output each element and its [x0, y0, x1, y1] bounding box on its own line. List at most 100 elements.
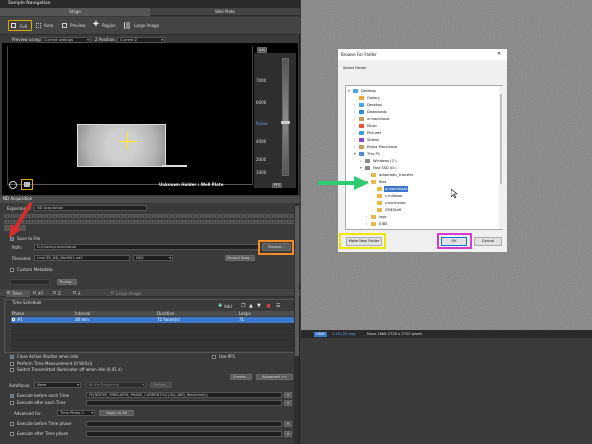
tab-well-plate[interactable]: Well Plate — [150, 8, 300, 16]
area-button[interactable]: Area — [36, 22, 56, 30]
macro-input[interactable]: FE[NDEXP_TIMELAPSE_PHASE_CURRENT%2] Zip_… — [86, 392, 282, 398]
switch-illuminator-checkbox[interactable] — [10, 368, 14, 372]
advanced-button[interactable]: Advanced << — [256, 374, 293, 380]
folder-tree-item[interactable]: › Pictures — [346, 130, 496, 136]
folder-tree-item[interactable]: › Eliska Macickova — [346, 144, 496, 150]
autofocus-select[interactable]: None ▾ — [34, 382, 81, 388]
after-each-dropdown-button[interactable]: ▾ — [284, 400, 292, 406]
close-icon[interactable]: ✕ — [497, 51, 501, 57]
large-image-checkbox[interactable] — [111, 291, 114, 294]
preview-button[interactable]: Preview — [62, 22, 88, 30]
file-format-select[interactable]: ND2 ▾ — [133, 255, 173, 261]
folder-tree-item[interactable]: ZMEStaff — [346, 207, 496, 213]
collapsed-arrow-icon[interactable]: › — [354, 144, 358, 150]
zpos-select[interactable]: Current Z ▾ — [117, 36, 165, 43]
apply-to-all-button[interactable]: Apply to All — [99, 410, 134, 416]
time-enabled-checkbox[interactable] — [7, 291, 10, 294]
target-icon[interactable] — [9, 181, 17, 189]
set-button[interactable]: Set — [257, 47, 267, 53]
schedule-options-icon[interactable]: ☰ — [276, 304, 280, 309]
collapsed-arrow-icon[interactable]: › — [354, 102, 358, 108]
autofocus-when-select[interactable]: At the Beginning ▾ — [86, 382, 146, 388]
expanded-arrow-icon[interactable]: ▾ — [354, 151, 358, 157]
folder-tree-item[interactable]: ▾ This PC — [346, 151, 496, 157]
collapsed-arrow-icon[interactable]: › — [366, 214, 370, 220]
after-each-checkbox[interactable] — [10, 401, 14, 405]
add-label[interactable]: Add — [224, 304, 232, 309]
before-phase-dropdown-button[interactable]: ▾ — [284, 421, 292, 427]
experiment-input[interactable]: ND Acquisition — [34, 205, 147, 211]
tree-scrollbar-thumb[interactable] — [500, 94, 502, 184]
folder-tree-item[interactable]: › Downloads — [346, 109, 496, 115]
folder-tree[interactable]: ▾ Desktop Gallery › Desktop › Downloads › a.maci… — [345, 85, 503, 230]
folder-tree-item[interactable]: › logs — [346, 214, 496, 220]
folder-tree-item[interactable]: ▾ Fast SSD (D:) — [346, 165, 496, 171]
collapsed-arrow-icon[interactable]: › — [354, 116, 358, 122]
folder-tree-item[interactable]: c.miduser — [346, 193, 496, 199]
pfs-button[interactable]: PFS — [272, 183, 282, 188]
z-enabled-checkbox[interactable] — [53, 291, 56, 294]
delete-icon[interactable]: ✖ — [266, 303, 271, 310]
timing-button[interactable]: Timing... — [57, 279, 77, 285]
interval-cell[interactable]: 30 min — [75, 318, 89, 322]
use-pfs-checkbox[interactable] — [212, 355, 216, 359]
tab-z[interactable]: Z — [52, 290, 70, 297]
expanded-arrow-icon[interactable]: ▾ — [348, 88, 352, 94]
loops-cell[interactable]: 71 — [239, 318, 244, 322]
folder-tree-item[interactable]: Gallery — [346, 95, 496, 101]
custom-metadata-checkbox[interactable] — [10, 268, 14, 272]
after-each-input[interactable] — [86, 400, 282, 406]
preview-using-select[interactable]: Current settings ▾ — [41, 36, 91, 43]
perform-measurement-checkbox[interactable] — [10, 362, 14, 366]
folder-tree-item[interactable]: › JOBS — [346, 221, 496, 227]
z-slider-thumb[interactable] — [281, 121, 290, 124]
tab-stage[interactable]: Stage — [0, 8, 150, 16]
before-phase-input[interactable] — [86, 421, 282, 427]
duration-cell[interactable]: 72 hours(s) — [157, 318, 180, 322]
panel-scrollbar[interactable] — [294, 204, 299, 444]
scrollbar-thumb[interactable] — [294, 206, 299, 356]
zoom-level[interactable]: 1:16 [20 ms] — [332, 332, 355, 337]
after-phase-dropdown-button[interactable]: ▾ — [284, 431, 292, 437]
lambda-enabled-checkbox[interactable] — [73, 291, 76, 294]
after-phase-input[interactable] — [86, 431, 282, 437]
collapsed-arrow-icon[interactable]: › — [354, 123, 358, 129]
folder-tree-item[interactable]: ▾ Desktop — [346, 88, 496, 94]
xy-enabled-checkbox[interactable] — [33, 291, 36, 294]
filename-input[interactable]: LiveCEll_ND_Well001.nd2 — [34, 255, 130, 261]
view-options-button[interactable] — [21, 179, 33, 190]
after-phase-checkbox[interactable] — [10, 432, 14, 436]
region-button[interactable]: ✚ Region — [93, 21, 119, 30]
copy-icon[interactable]: ❐ — [241, 304, 245, 309]
cancel-button[interactable]: Cancel — [474, 237, 502, 246]
tab-xy[interactable]: XY — [32, 290, 50, 297]
close-shutter-checkbox[interactable] — [10, 355, 14, 359]
expanded-arrow-icon[interactable]: ▾ — [360, 165, 364, 171]
before-phase-checkbox[interactable] — [10, 422, 14, 426]
folder-tree-item[interactable]: z.svcmauto — [346, 200, 496, 206]
add-icon[interactable]: ✚ — [218, 304, 222, 309]
record-data-button[interactable]: Record Data... — [225, 255, 255, 261]
tab-lambda[interactable]: λ — [72, 290, 90, 297]
collapsed-arrow-icon[interactable]: › — [354, 109, 358, 115]
experiment-timeline-secondary[interactable] — [4, 220, 294, 224]
collapsed-arrow-icon[interactable]: › — [360, 158, 364, 164]
collapsed-arrow-icon[interactable]: › — [354, 137, 358, 143]
collapsed-arrow-icon[interactable]: › — [354, 130, 358, 136]
folder-tree-item[interactable]: › Windows (C:) — [346, 158, 496, 164]
move-up-icon[interactable]: ▲ — [249, 304, 253, 309]
define-button[interactable]: Define... — [150, 382, 172, 388]
full-button[interactable]: Full — [8, 20, 32, 31]
macro-dropdown-button[interactable]: ▾ — [284, 392, 292, 398]
folder-tree-item[interactable]: › Music — [346, 123, 496, 129]
phase-checkbox[interactable] — [12, 318, 15, 321]
folder-tree-item[interactable]: › Desktop — [346, 102, 496, 108]
z-slider[interactable] — [282, 58, 289, 176]
move-down-icon[interactable]: ▼ — [257, 304, 261, 309]
tree-scrollbar[interactable] — [499, 86, 503, 229]
tab-large-image[interactable]: Large Image — [110, 290, 144, 297]
events-button[interactable]: Events... — [230, 374, 252, 380]
large-image-button[interactable]: Large Image — [124, 22, 160, 30]
phase-select[interactable]: Time Phase 1 ▾ — [57, 410, 95, 416]
order-select[interactable] — [10, 279, 50, 285]
